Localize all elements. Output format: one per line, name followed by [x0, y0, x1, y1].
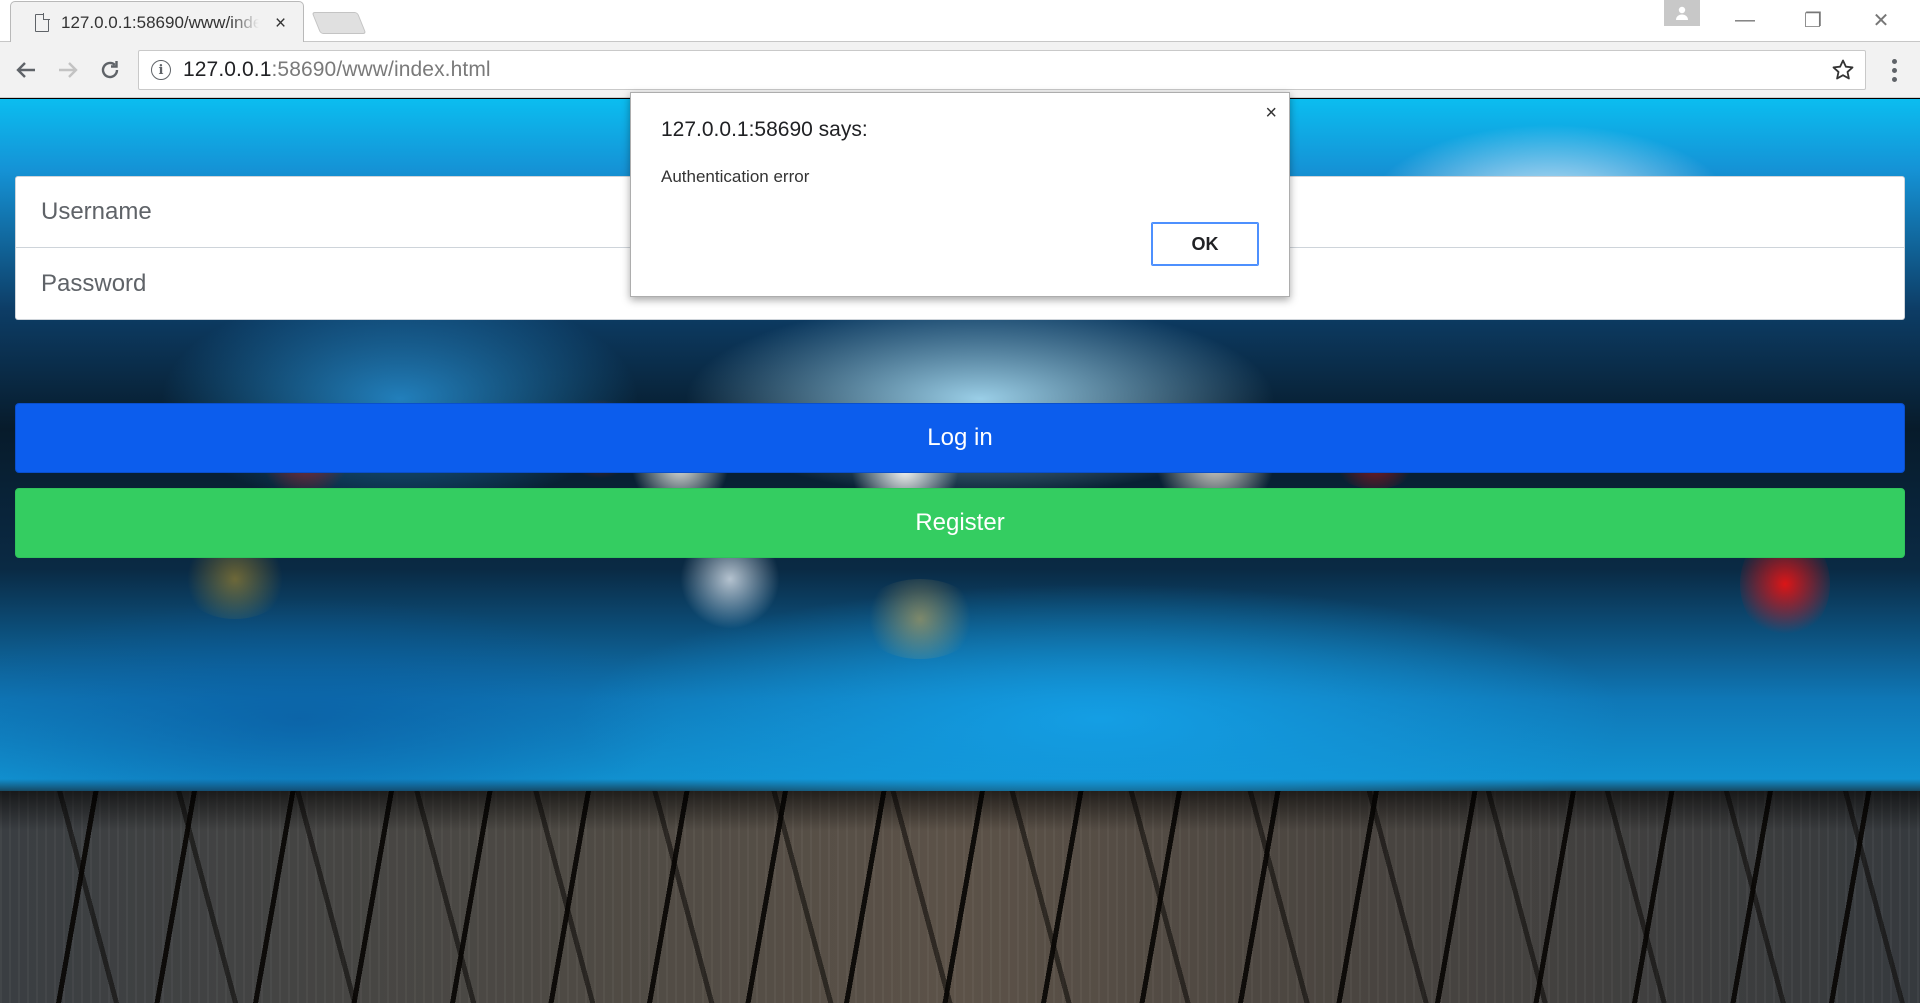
kebab-menu-icon[interactable]: [1882, 54, 1906, 86]
address-bar[interactable]: i 127.0.0.1:58690/www/index.html: [138, 50, 1866, 90]
star-icon[interactable]: [1831, 58, 1855, 82]
browser-toolbar: i 127.0.0.1:58690/www/index.html: [0, 42, 1920, 98]
arrow-right-icon[interactable]: [50, 52, 86, 88]
person-icon[interactable]: [1664, 0, 1700, 26]
background-light: [860, 579, 980, 659]
ok-button[interactable]: OK: [1151, 222, 1259, 266]
tab-title: 127.0.0.1:58690/www/index.html: [61, 13, 259, 32]
tab-content: 127.0.0.1:58690/www/index.html ×: [35, 2, 289, 44]
alert-dialog: 127.0.0.1:58690 says: × Authentication e…: [630, 92, 1290, 297]
register-button[interactable]: Register: [15, 488, 1905, 558]
dialog-message: Authentication error: [661, 167, 810, 186]
tab-close-icon[interactable]: ×: [275, 13, 286, 34]
arrow-left-icon[interactable]: [8, 52, 44, 88]
new-tab-button[interactable]: [311, 12, 367, 34]
close-icon[interactable]: ×: [1265, 102, 1277, 125]
restore-icon[interactable]: ❐: [1784, 0, 1842, 40]
url-text: 127.0.0.1:58690/www/index.html: [183, 58, 491, 82]
reload-icon[interactable]: [92, 52, 128, 88]
browser-tab[interactable]: 127.0.0.1:58690/www/index.html ×: [10, 1, 304, 43]
window-close-icon[interactable]: ✕: [1852, 0, 1910, 40]
wooden-floor-background: [0, 791, 1920, 1003]
url-host: 127.0.0.1: [183, 58, 272, 81]
dialog-title: 127.0.0.1:58690 says:: [661, 118, 868, 141]
minimize-icon[interactable]: —: [1716, 0, 1774, 40]
browser-titlebar: 127.0.0.1:58690/www/index.html × — ❐ ✕: [0, 0, 1920, 43]
file-icon: [35, 14, 49, 32]
login-button[interactable]: Log in: [15, 403, 1905, 473]
info-icon[interactable]: i: [151, 60, 171, 80]
url-path: :58690/www/index.html: [271, 58, 491, 81]
